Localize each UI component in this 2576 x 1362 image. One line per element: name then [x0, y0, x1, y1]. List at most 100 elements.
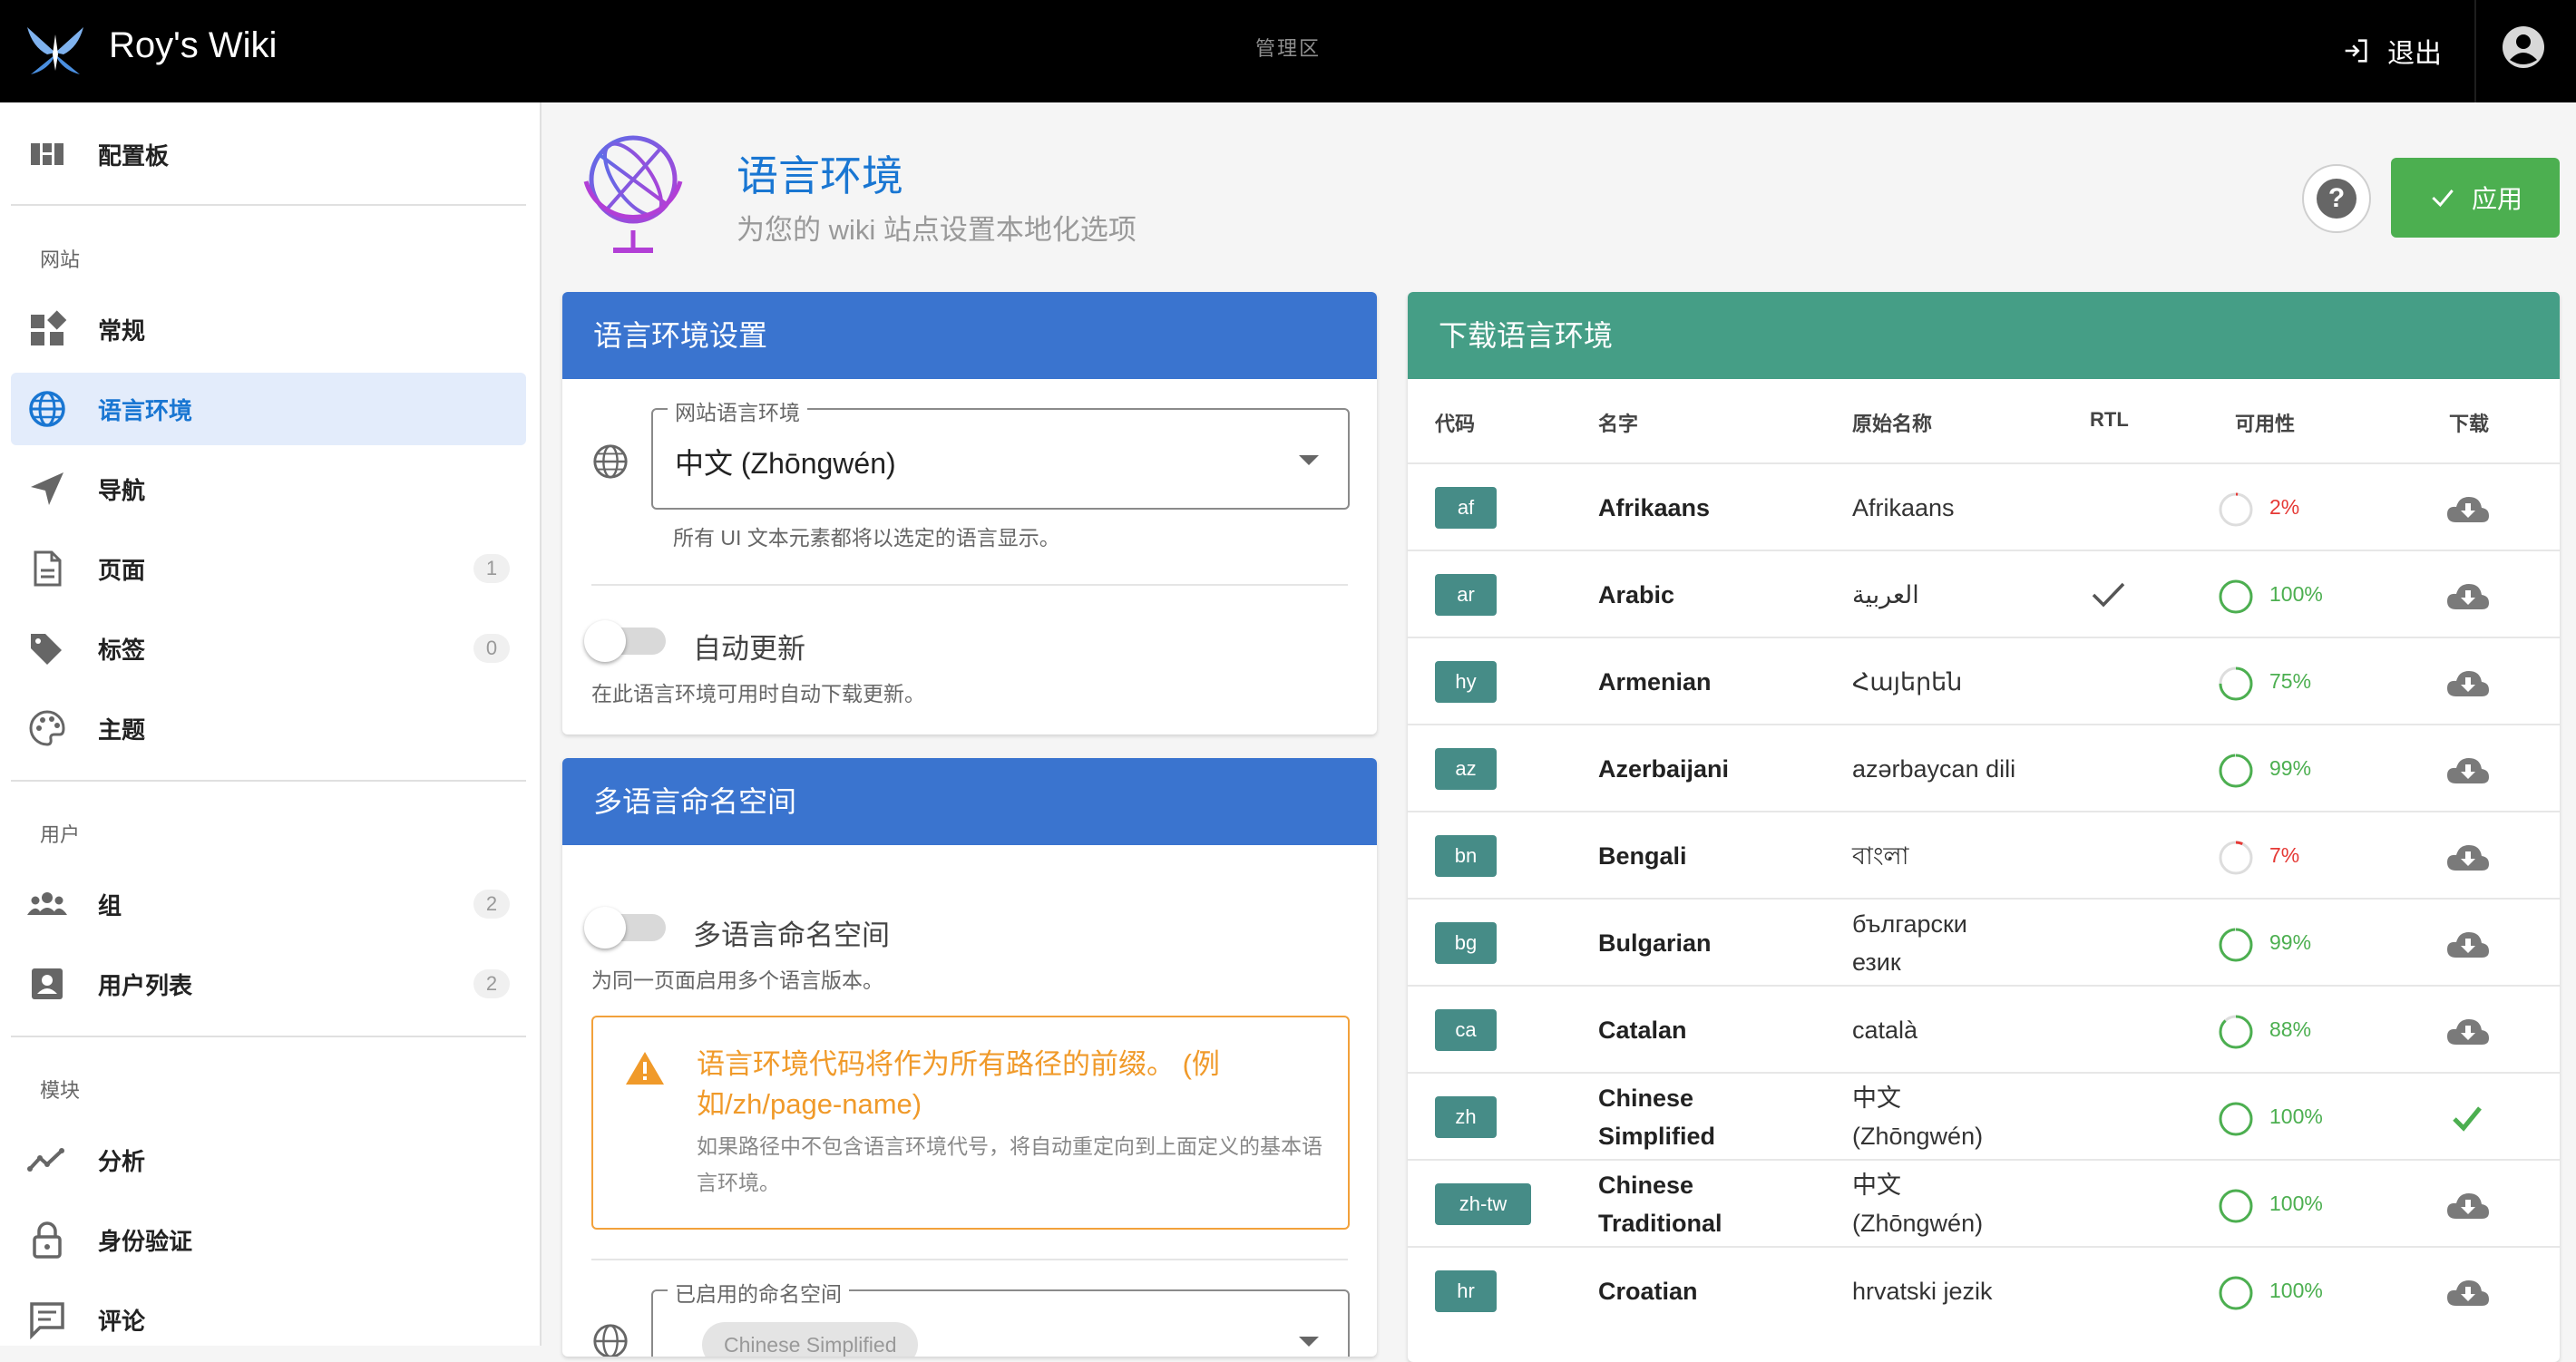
- locale-code-badge: zh-tw: [1435, 1183, 1531, 1225]
- chevron-down-icon: [1299, 455, 1319, 465]
- comment-icon: [30, 1302, 64, 1339]
- check-icon: [2432, 190, 2454, 208]
- availability-progress-ring: [2219, 1189, 2253, 1223]
- availability-progress-ring: [2219, 579, 2253, 614]
- cloud-download-icon[interactable]: [2444, 1275, 2491, 1311]
- column-header-rtl: RTL: [2090, 408, 2129, 431]
- widgets-icon: [31, 310, 67, 345]
- logout-button[interactable]: 退出: [2340, 25, 2442, 76]
- cloud-download-icon[interactable]: [2444, 1188, 2491, 1224]
- sidebar-item-locale[interactable]: 语言环境: [11, 373, 526, 445]
- cloud-download-icon[interactable]: [2444, 491, 2491, 528]
- cloud-download-icon[interactable]: [2444, 840, 2491, 876]
- warning-title: 语言环境代码将作为所有路径的前缀。 (例如/zh/page-name): [697, 1048, 1220, 1120]
- globe-icon: [593, 444, 628, 479]
- table-row: hr Croatian hrvatski jezik 100%: [1408, 1246, 2560, 1335]
- locale-code-badge: bn: [1435, 835, 1497, 877]
- namespaces-toggle-label: 多语言命名空间: [693, 919, 890, 951]
- cloud-download-icon[interactable]: [2444, 1014, 2491, 1050]
- toggle-knob: [584, 907, 626, 949]
- cloud-download-icon[interactable]: [2444, 753, 2491, 789]
- cloud-download-icon[interactable]: [2444, 927, 2491, 963]
- sidebar-item-dashboard[interactable]: 配置板: [11, 118, 526, 190]
- availability-progress-ring: [2219, 754, 2253, 788]
- sidebar-item-comments[interactable]: 评论: [11, 1283, 526, 1356]
- availability-percent: 7%: [2269, 843, 2300, 867]
- sidebar-divider: [11, 204, 526, 206]
- availability-progress-ring: [2219, 1276, 2253, 1310]
- sidebar-item-label: 用户列表: [98, 971, 193, 999]
- availability-percent: 100%: [2269, 1279, 2323, 1302]
- sidebar-item-label: 组: [98, 891, 122, 919]
- availability-progress-ring: [2219, 666, 2253, 701]
- installed-check-icon[interactable]: [2444, 1101, 2491, 1137]
- apply-button[interactable]: 应用: [2391, 158, 2560, 238]
- sidebar-item-label: 分析: [98, 1147, 146, 1175]
- sidebar-item-label: 导航: [98, 476, 146, 504]
- palette-icon: [29, 710, 65, 746]
- availability-progress-ring: [2219, 492, 2253, 527]
- warning-text: 如果路径中不包含语言环境代号，将自动重定向到上面定义的基本语言环境。: [697, 1134, 1322, 1194]
- table-row: zh-tw Chinese Traditional 中文 (Zhōngwén) 100…: [1408, 1159, 2560, 1248]
- namespaces-title: 多语言命名空间: [562, 758, 1377, 845]
- column-header-download: 下载: [2449, 413, 2490, 435]
- locale-name: Arabic: [1598, 581, 1675, 608]
- locale-name: Bulgarian: [1598, 929, 1712, 957]
- availability-progress-ring: [2219, 928, 2253, 962]
- availability-percent: 75%: [2269, 669, 2312, 693]
- sidebar-item-analytics[interactable]: 分析: [11, 1124, 526, 1196]
- sidebar-divider: [11, 1036, 526, 1037]
- page-title: 语言环境: [737, 152, 903, 199]
- table-row: ar Arabic العربية 100%: [1408, 550, 2560, 638]
- help-circle-icon: ?: [2317, 179, 2356, 219]
- column-header-availability: 可用性: [2235, 413, 2296, 435]
- sidebar-item-label: 页面: [98, 556, 146, 584]
- table-row: af Afrikaans Afrikaans 2%: [1408, 462, 2560, 551]
- table-row: az Azerbaijani azərbaycan dili 99%: [1408, 724, 2560, 812]
- namespaces-toggle[interactable]: [582, 903, 669, 950]
- sidebar-item-pages[interactable]: 页面 1: [11, 532, 526, 605]
- locale-native-name: বাংলা: [1852, 842, 1909, 870]
- account-circle-icon[interactable]: [2502, 25, 2545, 69]
- availability-progress-ring: [2219, 841, 2253, 875]
- locale-code-badge: az: [1435, 748, 1497, 790]
- column-header-code: 代码: [1435, 413, 1476, 435]
- page-icon: [34, 550, 62, 587]
- apply-label: 应用: [2471, 185, 2522, 213]
- locale-name: Armenian: [1598, 668, 1712, 696]
- locale-native-name: Afrikaans: [1852, 494, 1955, 521]
- locale-native-name: العربية: [1852, 581, 1919, 608]
- sidebar-item-tags[interactable]: 标签 0: [11, 612, 526, 685]
- group-icon: [27, 892, 67, 915]
- namespace-chip[interactable]: Chinese Simplified: [702, 1322, 919, 1357]
- availability-progress-ring: [2219, 1015, 2253, 1049]
- sidebar-item-groups[interactable]: 组 2: [11, 868, 526, 940]
- sidebar-item-label: 标签: [98, 636, 146, 664]
- availability-percent: 99%: [2269, 756, 2312, 780]
- site-locale-hint: 所有 UI 文本元素都将以选定的语言显示。: [673, 526, 1060, 550]
- cloud-download-icon[interactable]: [2444, 579, 2491, 615]
- locale-code-badge: af: [1435, 487, 1497, 529]
- locale-name: Bengali: [1598, 842, 1687, 870]
- sidebar-item-users[interactable]: 用户列表 2: [11, 948, 526, 1020]
- auto-update-hint: 在此语言环境可用时自动下载更新。: [591, 682, 925, 705]
- groups-count-badge: 2: [473, 890, 510, 919]
- help-button[interactable]: ?: [2302, 164, 2371, 233]
- sidebar-item-navigation[interactable]: 导航: [11, 452, 526, 525]
- locale-native-name: 中文 (Zhōngwén): [1852, 1085, 1984, 1150]
- lock-icon: [33, 1221, 62, 1259]
- locale-globe-icon: [583, 135, 683, 253]
- user-list-icon: [32, 968, 63, 999]
- sidebar: 配置板 网站 常规 语言环境 导航 页面 1 标签 0 主题 用户 组 2 用户…: [0, 102, 542, 1346]
- globe-icon: [593, 1324, 628, 1357]
- sidebar-item-theme[interactable]: 主题: [11, 692, 526, 764]
- sidebar-item-authentication[interactable]: 身份验证: [11, 1203, 526, 1276]
- locale-code-badge: ca: [1435, 1009, 1497, 1051]
- table-row: ca Catalan català 88%: [1408, 985, 2560, 1074]
- sidebar-item-label: 评论: [98, 1307, 146, 1335]
- locale-settings-title: 语言环境设置: [562, 292, 1377, 379]
- warning-icon: [626, 1052, 664, 1085]
- auto-update-toggle[interactable]: [582, 617, 669, 664]
- cloud-download-icon[interactable]: [2444, 666, 2491, 702]
- sidebar-item-general[interactable]: 常规: [11, 293, 526, 365]
